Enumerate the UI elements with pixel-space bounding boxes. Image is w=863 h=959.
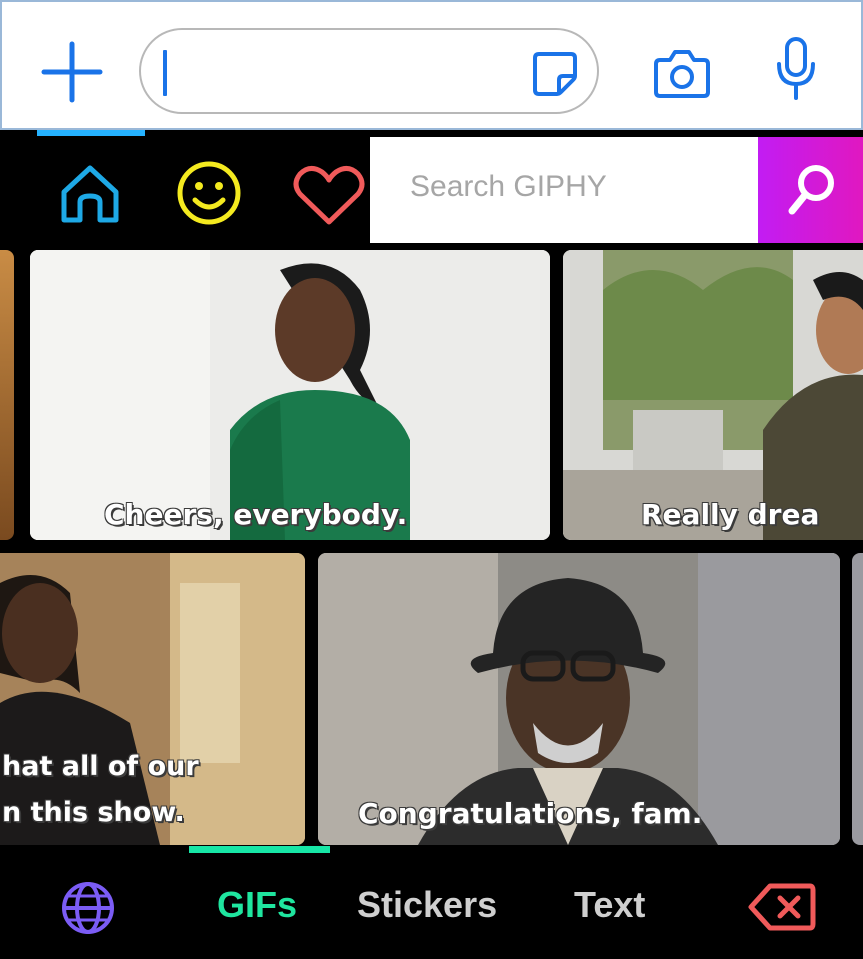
heart-icon[interactable] <box>292 164 366 226</box>
gif-caption: Cheers, everybody. <box>104 498 408 531</box>
gif-tile-partial[interactable] <box>0 250 14 540</box>
search-placeholder: Search GIPHY <box>410 170 607 203</box>
gif-tile[interactable]: Cheers, everybody. <box>30 250 550 540</box>
gif-caption: Congratulations, fam. <box>358 797 703 830</box>
sticker-icon[interactable] <box>529 48 581 100</box>
gif-tile[interactable]: Congratulations, fam. <box>318 553 840 845</box>
active-tab-indicator <box>189 846 330 853</box>
gif-caption-line1: hat all of our <box>2 751 199 782</box>
camera-icon[interactable] <box>652 46 712 102</box>
gif-caption-line2: n this show. <box>2 797 185 828</box>
microphone-icon[interactable] <box>774 36 818 102</box>
tab-text[interactable]: Text <box>574 884 645 926</box>
home-icon[interactable] <box>58 162 122 226</box>
search-icon <box>788 165 834 215</box>
gif-caption: Really drea <box>641 498 820 531</box>
globe-icon[interactable] <box>60 880 116 936</box>
gif-tile-partial[interactable] <box>852 553 863 845</box>
backspace-icon[interactable] <box>748 882 816 932</box>
search-button[interactable] <box>758 137 863 243</box>
tab-gifs[interactable]: GIFs <box>217 884 297 926</box>
gif-tile[interactable]: Really drea <box>563 250 863 540</box>
text-caret <box>163 50 167 96</box>
gif-image <box>563 250 863 540</box>
gif-tile[interactable]: hat all of our n this show. <box>0 553 305 845</box>
message-composer-bar <box>0 0 863 130</box>
smile-icon[interactable] <box>176 160 242 226</box>
message-input[interactable] <box>139 28 599 114</box>
gif-image <box>30 250 550 540</box>
plus-icon[interactable] <box>40 40 104 104</box>
tab-stickers[interactable]: Stickers <box>357 884 497 926</box>
giphy-search-input[interactable]: Search GIPHY <box>370 137 760 243</box>
app-tab-indicator <box>37 130 145 136</box>
